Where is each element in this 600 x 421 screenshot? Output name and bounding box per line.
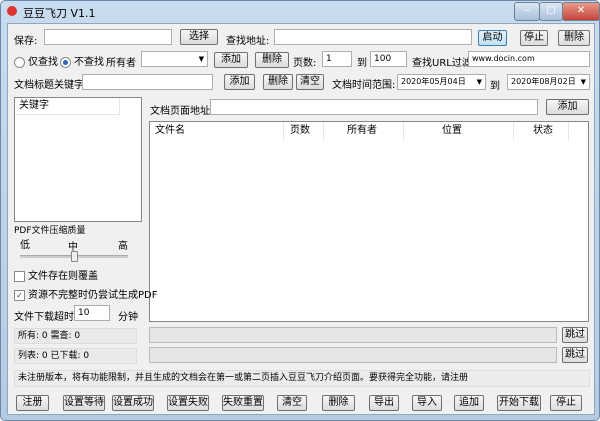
find-address-input[interactable] [274,29,472,45]
url-filter-input[interactable]: www.docin.com [468,51,590,67]
save-label: 保存: [14,36,38,47]
incomplete-pdf-checkbox[interactable]: ✓ 资源不完整时仍尝试生成PDF [14,286,157,301]
col-filename[interactable]: 文件名 [150,122,284,140]
status-all: 所有: 0 需查: 0 [14,328,137,344]
close-button[interactable]: ✕ [562,2,600,21]
reset-failed-button[interactable]: 失败重置 [222,395,264,411]
progress-bar-2 [149,347,557,363]
timeout-label: 文件下载超时 [14,312,74,323]
keyword-header: 关键字 [15,98,120,115]
find-address-label: 查找地址: [226,36,270,47]
append-button[interactable]: 追加 [454,395,484,411]
quality-slider-thumb[interactable] [71,251,78,262]
stop-button[interactable]: 停止 [550,395,582,411]
app-window: 豆豆飞刀 V1.1 ‒ □ ✕ 保存: 选择 查找地址: 启动 停止 删除 仅查… [0,0,600,421]
set-success-button[interactable]: 设置成功 [112,395,154,411]
owner-select[interactable]: ▼ [141,51,208,67]
app-icon [7,6,17,16]
doc-url-input[interactable] [210,99,538,115]
stop-button[interactable]: 停止 [520,30,548,46]
to-label: 到 [357,58,367,69]
chevron-down-icon: ▼ [580,78,586,86]
skip-button-1[interactable]: 跳过 [562,327,588,343]
page-from-input[interactable]: 1 [322,51,352,67]
notice-text: 未注册版本，将有功能限制，并且生成的文档会在第一或第二页插入豆豆飞刀介绍页面。要… [14,370,590,387]
owner-delete-button[interactable]: 删除 [255,52,289,68]
overwrite-checkbox[interactable]: 文件存在则覆盖 [14,267,98,282]
radio-no-find[interactable]: 不查找 [60,53,104,68]
delete-button[interactable]: 删除 [558,30,590,46]
window-title: 豆豆飞刀 V1.1 [23,7,96,20]
start-button[interactable]: 启动 [478,30,507,46]
date-from-picker[interactable]: 2020年05月04日 ▼ [397,74,486,90]
register-button[interactable]: 注册 [16,395,49,411]
clear-button[interactable]: 清空 [277,395,307,411]
keyword-input[interactable] [82,74,213,90]
delete-button[interactable]: 删除 [322,395,355,411]
date-to-label: 到 [490,81,500,92]
col-pages[interactable]: 页数 [284,122,324,140]
keyword-label: 文档标题关键字 [14,80,84,91]
skip-button-2[interactable]: 跳过 [562,347,588,363]
col-owner[interactable]: 所有者 [324,122,404,140]
start-download-button[interactable]: 开始下载 [497,395,541,411]
keyword-list[interactable]: 关键字 [14,97,142,222]
chevron-down-icon: ▼ [476,78,482,86]
quality-low-label: 低 [20,240,30,251]
save-path-input[interactable] [44,29,172,45]
page-to-input[interactable]: 100 [370,51,407,67]
owner-label: 所有者 [106,58,136,69]
set-failed-button[interactable]: 设置失败 [167,395,209,411]
date-range-label: 文档时间范围: [332,80,396,91]
minimize-button[interactable]: ‒ [514,2,540,21]
doc-url-add-button[interactable]: 添加 [546,99,589,115]
keyword-add-button[interactable]: 添加 [224,74,255,90]
col-status[interactable]: 状态 [514,122,569,140]
export-button[interactable]: 导出 [369,395,399,411]
maximize-button[interactable]: □ [539,2,563,21]
timeout-unit: 分钟 [118,312,138,323]
chevron-down-icon: ▼ [198,55,204,63]
file-table[interactable]: 文件名 页数 所有者 位置 状态 [149,121,589,322]
timeout-input[interactable]: 10 [74,305,110,321]
url-filter-label: 查找URL过滤 [412,58,472,69]
choose-button[interactable]: 选择 [180,29,218,45]
radio-find-only[interactable]: 仅查找 [14,53,58,68]
keyword-clear-button[interactable]: 清空 [296,74,324,90]
pages-label: 页数: [293,58,317,69]
col-position[interactable]: 位置 [404,122,514,140]
import-button[interactable]: 导入 [412,395,442,411]
main-panel: 保存: 选择 查找地址: 启动 停止 删除 仅查找 不查找 所有者 ▼ 添加 删… [7,23,595,415]
pdf-quality-label: PDF文件压缩质量 [14,226,86,236]
set-waiting-button[interactable]: 设置等待 [63,395,105,411]
quality-high-label: 高 [118,241,128,252]
doc-url-label: 文档页面地址 [150,106,210,117]
date-to-picker[interactable]: 2020年08月02日 ▼ [507,74,590,90]
owner-add-button[interactable]: 添加 [214,52,248,68]
progress-bar-1 [149,327,557,343]
status-list: 列表: 0 已下载: 0 [14,348,137,364]
keyword-delete-button[interactable]: 删除 [263,74,293,90]
